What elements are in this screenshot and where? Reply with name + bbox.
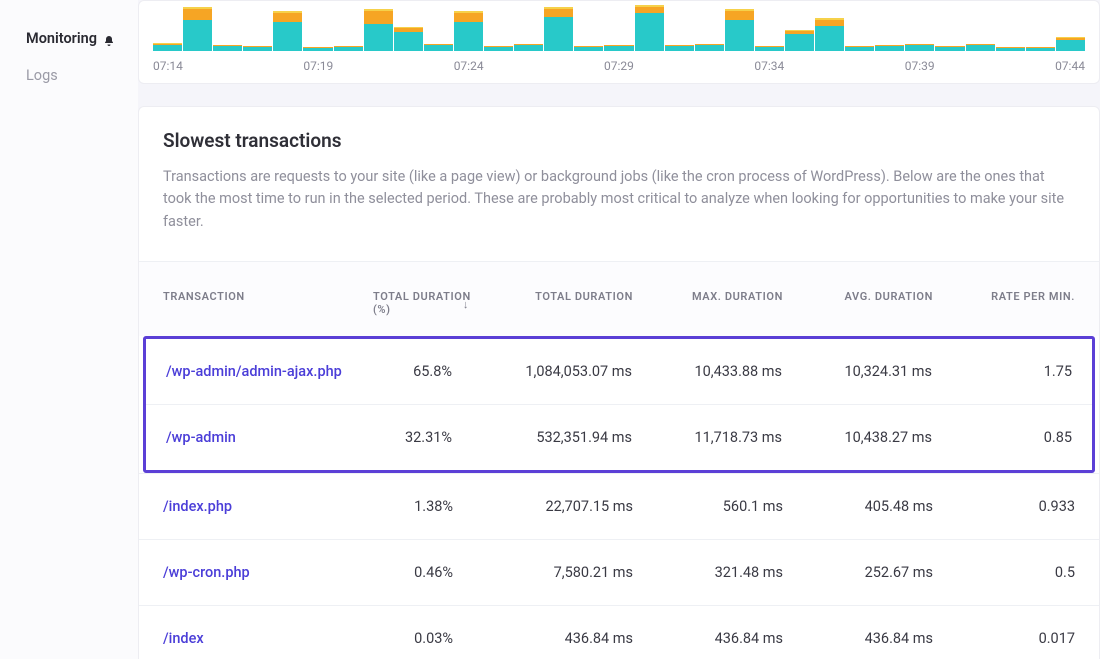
- col-transaction[interactable]: TRANSACTION: [163, 290, 373, 316]
- table-row[interactable]: /wp-admin/admin-ajax.php65.8%1,084,053.0…: [146, 339, 1092, 404]
- table-header: TRANSACTION TOTAL DURATION (%) ↓ TOTAL D…: [139, 261, 1099, 336]
- chart-bar[interactable]: [996, 47, 1025, 51]
- x-tick: 07:39: [905, 59, 935, 73]
- chart-bar[interactable]: [695, 44, 724, 51]
- timeseries-chart[interactable]: [149, 1, 1089, 51]
- cell-total-pct: 32.31%: [376, 429, 482, 446]
- cell-transaction[interactable]: /index: [163, 630, 373, 647]
- col-total-duration[interactable]: TOTAL DURATION: [483, 290, 633, 316]
- chart-bar[interactable]: [604, 45, 633, 51]
- highlighted-rows: /wp-admin/admin-ajax.php65.8%1,084,053.0…: [143, 336, 1095, 473]
- cell-avg-duration: 10,324.31 ms: [782, 363, 932, 380]
- timeseries-chart-card: 07:14 07:19 07:24 07:29 07:34 07:39 07:44: [138, 0, 1100, 84]
- cell-transaction[interactable]: /wp-admin/admin-ajax.php: [166, 363, 376, 380]
- cell-avg-duration: 252.67 ms: [783, 564, 933, 581]
- col-total-pct-label: TOTAL DURATION (%): [373, 290, 471, 316]
- chart-bar[interactable]: [454, 11, 483, 51]
- cell-rate: 0.5: [933, 564, 1075, 581]
- chart-bar[interactable]: [755, 46, 784, 51]
- table-body: /wp-admin/admin-ajax.php65.8%1,084,053.0…: [139, 336, 1099, 659]
- col-rate[interactable]: RATE PER MIN.: [933, 290, 1075, 316]
- bell-icon: [103, 34, 113, 44]
- chart-bar[interactable]: [966, 44, 995, 51]
- x-tick: 07:29: [604, 59, 634, 73]
- cell-transaction[interactable]: /wp-cron.php: [163, 564, 373, 581]
- cell-total-pct: 1.38%: [373, 498, 483, 515]
- cell-total-pct: 0.46%: [373, 564, 483, 581]
- chart-bar[interactable]: [635, 5, 664, 51]
- sidebar-item-monitoring[interactable]: Monitoring: [0, 20, 138, 57]
- chart-bar[interactable]: [815, 18, 844, 51]
- table-row[interactable]: /index0.03%436.84 ms436.84 ms436.84 ms0.…: [139, 605, 1099, 659]
- cell-max-duration: 321.48 ms: [633, 564, 783, 581]
- cell-max-duration: 436.84 ms: [633, 630, 783, 647]
- chart-bar[interactable]: [875, 45, 904, 51]
- cell-rate: 0.933: [933, 498, 1075, 515]
- x-tick: 07:19: [303, 59, 333, 73]
- cell-max-duration: 11,718.73 ms: [632, 429, 782, 446]
- sidebar: Monitoring Logs: [0, 0, 138, 659]
- cell-max-duration: 10,433.88 ms: [632, 363, 782, 380]
- chart-bar[interactable]: [153, 43, 182, 51]
- panel-description: Transactions are requests to your site (…: [163, 166, 1075, 233]
- chart-bar[interactable]: [514, 44, 543, 51]
- main-content: 07:14 07:19 07:24 07:29 07:34 07:39 07:44 Slow…: [138, 0, 1100, 659]
- cell-total-duration: 22,707.15 ms: [483, 498, 633, 515]
- cell-total-duration: 532,351.94 ms: [482, 429, 632, 446]
- cell-total-pct: 0.03%: [373, 630, 483, 647]
- panel-title: Slowest transactions: [163, 129, 1075, 152]
- cell-transaction[interactable]: /wp-admin: [166, 429, 376, 446]
- cell-transaction[interactable]: /index.php: [163, 498, 373, 515]
- chart-bar[interactable]: [424, 44, 453, 51]
- col-total-pct[interactable]: TOTAL DURATION (%) ↓: [373, 290, 483, 316]
- panel-header: Slowest transactions Transactions are re…: [139, 107, 1099, 239]
- sidebar-item-label: Logs: [26, 67, 58, 84]
- slowest-transactions-panel: Slowest transactions Transactions are re…: [138, 106, 1100, 659]
- cell-total-duration: 7,580.21 ms: [483, 564, 633, 581]
- cell-avg-duration: 405.48 ms: [783, 498, 933, 515]
- cell-total-duration: 436.84 ms: [483, 630, 633, 647]
- chart-bar[interactable]: [544, 7, 573, 51]
- sort-desc-icon: ↓: [463, 298, 469, 311]
- chart-bar[interactable]: [1056, 37, 1085, 51]
- sidebar-item-label: Monitoring: [26, 30, 97, 47]
- chart-bar[interactable]: [334, 46, 363, 51]
- chart-bar[interactable]: [725, 9, 754, 51]
- chart-bar[interactable]: [364, 9, 393, 51]
- x-tick: 07:24: [454, 59, 484, 73]
- chart-bar[interactable]: [935, 46, 964, 51]
- cell-avg-duration: 10,438.27 ms: [782, 429, 932, 446]
- chart-bar[interactable]: [273, 11, 302, 51]
- col-max-duration[interactable]: MAX. DURATION: [633, 290, 783, 316]
- sidebar-item-logs[interactable]: Logs: [0, 57, 138, 94]
- cell-total-duration: 1,084,053.07 ms: [482, 363, 632, 380]
- cell-avg-duration: 436.84 ms: [783, 630, 933, 647]
- cell-max-duration: 560.1 ms: [633, 498, 783, 515]
- chart-bar[interactable]: [785, 30, 814, 51]
- chart-bar[interactable]: [845, 46, 874, 51]
- cell-rate: 0.017: [933, 630, 1075, 647]
- chart-bar[interactable]: [574, 46, 603, 51]
- table-row[interactable]: /index.php1.38%22,707.15 ms560.1 ms405.4…: [139, 473, 1099, 539]
- chart-bar[interactable]: [905, 44, 934, 51]
- chart-bar[interactable]: [665, 45, 694, 51]
- chart-bar[interactable]: [1026, 47, 1055, 51]
- cell-total-pct: 65.8%: [376, 363, 482, 380]
- table-row[interactable]: /wp-admin32.31%532,351.94 ms11,718.73 ms…: [146, 404, 1092, 470]
- chart-bar[interactable]: [303, 47, 332, 51]
- col-avg-duration[interactable]: AVG. DURATION: [783, 290, 933, 316]
- x-tick: 07:44: [1055, 59, 1085, 73]
- chart-x-axis: 07:14 07:19 07:24 07:29 07:34 07:39 07:44: [149, 51, 1089, 73]
- table-row[interactable]: /wp-cron.php0.46%7,580.21 ms321.48 ms252…: [139, 539, 1099, 605]
- cell-rate: 1.75: [932, 363, 1072, 380]
- chart-bar[interactable]: [243, 46, 272, 51]
- chart-bar[interactable]: [484, 46, 513, 51]
- cell-rate: 0.85: [932, 429, 1072, 446]
- x-tick: 07:14: [153, 59, 183, 73]
- x-tick: 07:34: [754, 59, 784, 73]
- chart-bar[interactable]: [394, 27, 423, 51]
- chart-bar[interactable]: [183, 7, 212, 51]
- chart-bar[interactable]: [213, 45, 242, 51]
